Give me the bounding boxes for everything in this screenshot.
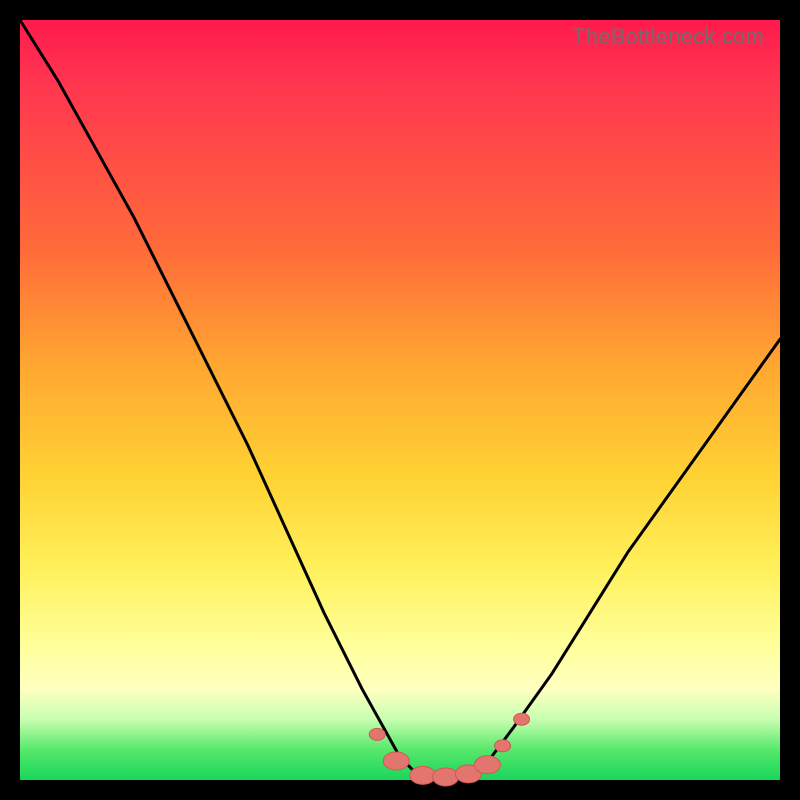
watermark-text: TheBottleneck.com	[572, 24, 764, 50]
curve-markers	[369, 713, 529, 786]
curve-marker	[474, 756, 500, 774]
bottleneck-curve	[20, 20, 780, 780]
curve-marker	[514, 713, 530, 725]
curve-marker	[383, 752, 409, 770]
curve-marker	[495, 740, 511, 752]
curve-marker	[433, 768, 459, 786]
curve-line	[20, 20, 780, 780]
curve-marker	[369, 728, 385, 740]
chart-frame: TheBottleneck.com	[20, 20, 780, 780]
curve-marker	[410, 766, 436, 784]
